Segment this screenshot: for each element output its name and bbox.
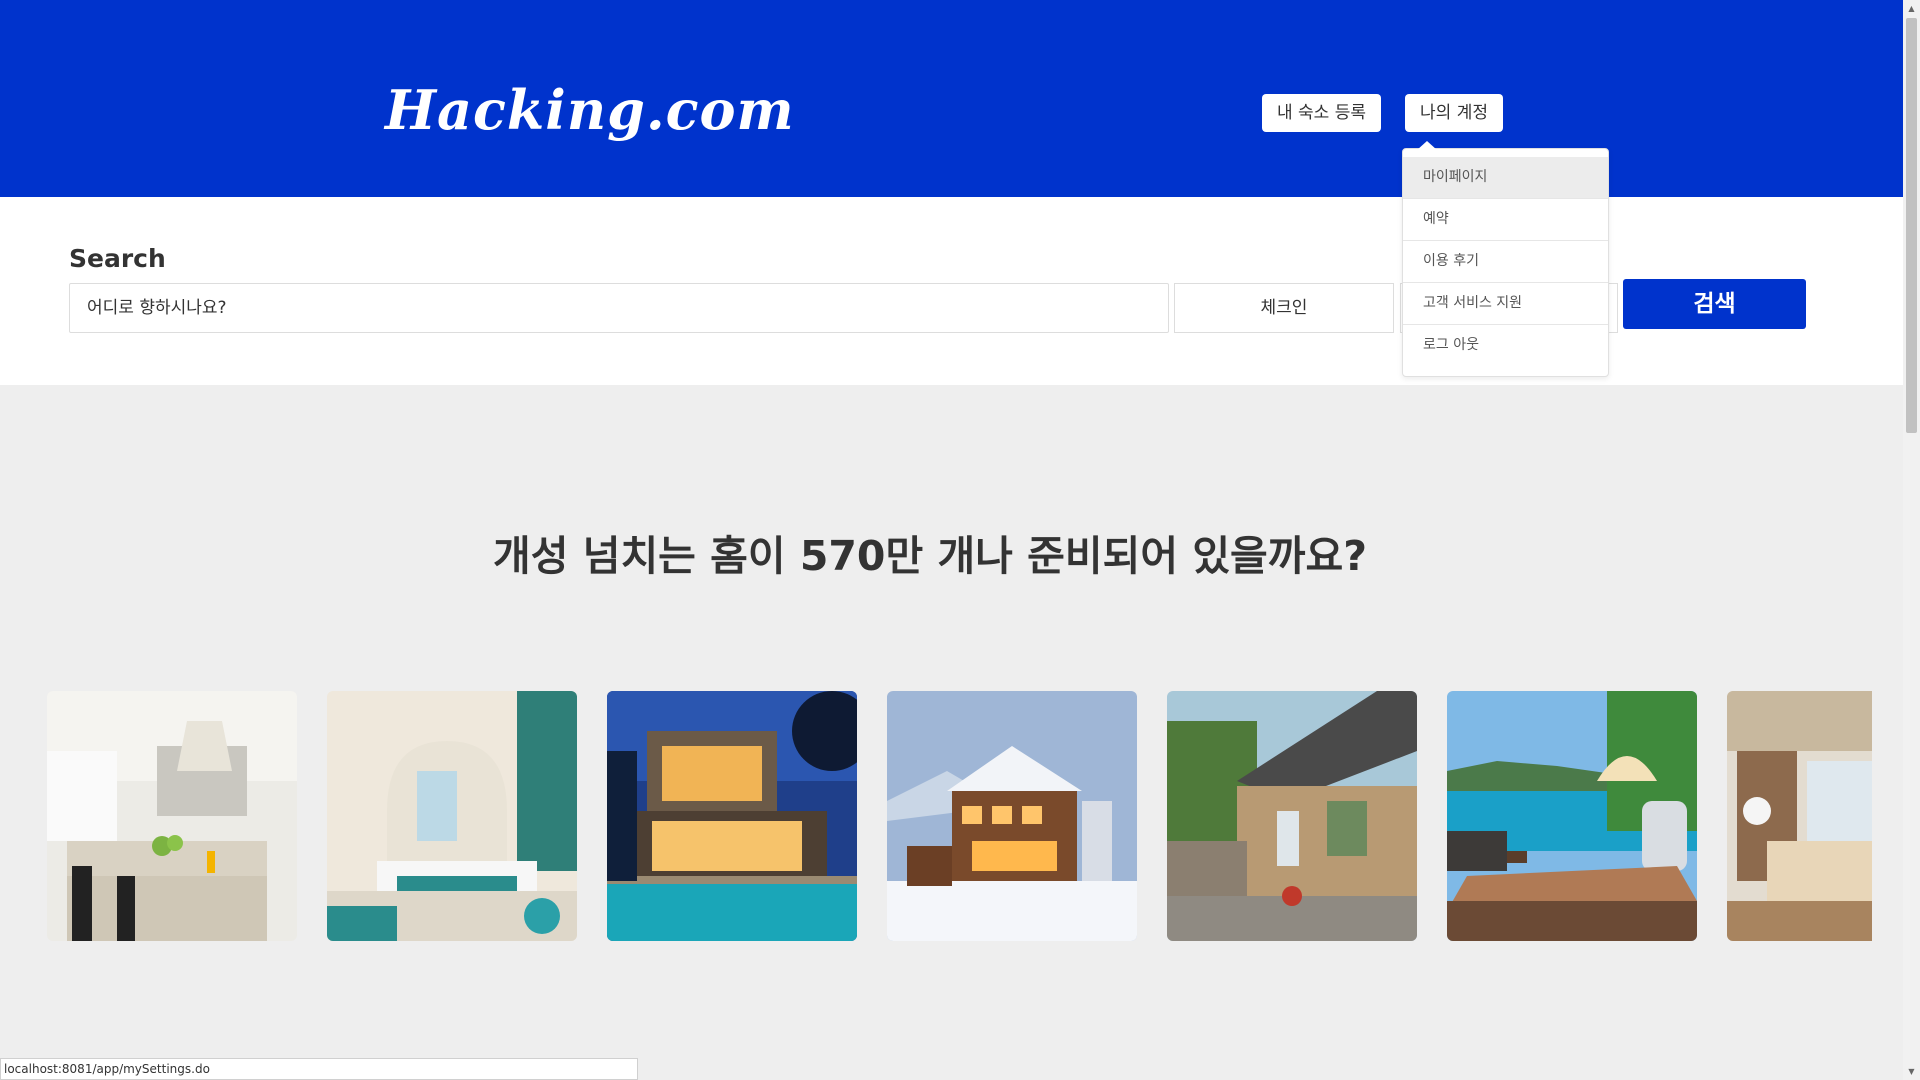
menu-item-reservations[interactable]: 예약 bbox=[1403, 199, 1608, 241]
gallery-image-bedroom[interactable] bbox=[327, 691, 577, 941]
search-section: Search 체크인 검색 bbox=[0, 197, 1903, 385]
gallery-image-living-room[interactable] bbox=[1727, 691, 1872, 941]
my-account-button[interactable]: 나의 계정 bbox=[1405, 94, 1503, 132]
property-gallery bbox=[47, 691, 1872, 941]
checkin-field[interactable]: 체크인 bbox=[1174, 283, 1394, 333]
menu-item-logout[interactable]: 로그 아웃 bbox=[1403, 325, 1608, 366]
dropdown-caret bbox=[1417, 141, 1437, 150]
gallery-image-kitchen[interactable] bbox=[47, 691, 297, 941]
menu-item-reviews[interactable]: 이용 후기 bbox=[1403, 241, 1608, 283]
scroll-up-arrow-icon[interactable]: ▲ bbox=[1903, 0, 1920, 17]
register-property-button[interactable]: 내 숙소 등록 bbox=[1262, 94, 1381, 132]
search-button[interactable]: 검색 bbox=[1623, 279, 1806, 329]
site-header: Hacking.com 내 숙소 등록 나의 계정 bbox=[0, 0, 1903, 197]
gallery-image-seaside-deck[interactable] bbox=[1447, 691, 1697, 941]
scroll-down-arrow-icon[interactable]: ▼ bbox=[1903, 1063, 1920, 1080]
browser-status-bar: localhost:8081/app/mySettings.do bbox=[0, 1058, 638, 1080]
menu-item-customer-support[interactable]: 고객 서비스 지원 bbox=[1403, 283, 1608, 325]
gallery-image-stone-cottage[interactable] bbox=[1167, 691, 1417, 941]
site-logo[interactable]: Hacking.com bbox=[385, 78, 795, 142]
menu-item-mypage[interactable]: 마이페이지 bbox=[1403, 157, 1608, 199]
search-title: Search bbox=[69, 244, 166, 273]
gallery-image-modern-house[interactable] bbox=[607, 691, 857, 941]
destination-input[interactable] bbox=[69, 283, 1169, 333]
main-headline: 개성 넘치는 홈이 570만 개나 준비되어 있을까요? bbox=[493, 532, 1367, 580]
gallery-image-chalet[interactable] bbox=[887, 691, 1137, 941]
page-scrollbar[interactable]: ▲ ▼ bbox=[1903, 0, 1920, 1080]
scroll-thumb[interactable] bbox=[1906, 18, 1917, 433]
account-dropdown-menu: 마이페이지 예약 이용 후기 고객 서비스 지원 로그 아웃 bbox=[1402, 148, 1609, 377]
